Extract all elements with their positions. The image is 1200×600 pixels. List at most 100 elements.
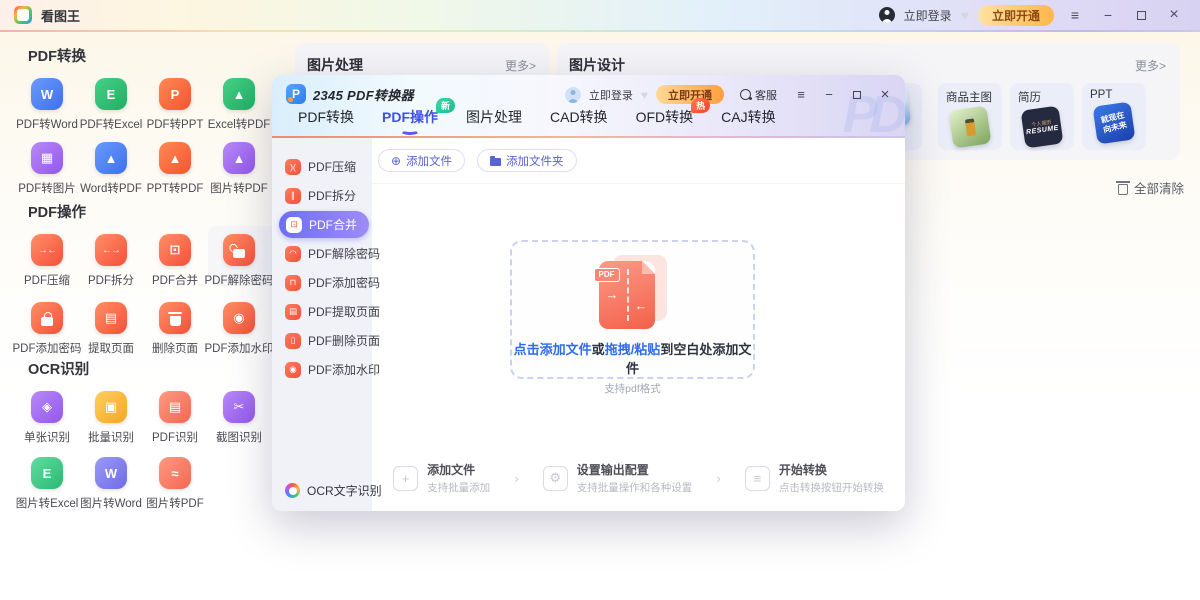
tool-pdf-compress[interactable]: →← PDF压缩 bbox=[15, 234, 79, 302]
tool-image-to-word[interactable]: W 图片转Word bbox=[79, 457, 143, 523]
watermark-icon: ◉ bbox=[285, 362, 301, 378]
app-title: 看图王 bbox=[41, 6, 80, 25]
tool-pdf-unlock[interactable]: PDF解除密码 bbox=[207, 234, 271, 302]
dialog-item-pdf-password[interactable]: ⊓ PDF添加密码 bbox=[272, 268, 372, 297]
tool-pdf-to-image[interactable]: ▦ PDF转图片 bbox=[15, 142, 79, 206]
dialog-vip-heart-icon[interactable]: ♥ bbox=[641, 89, 648, 101]
tab-ofd-convert[interactable]: OFD转换 热 bbox=[636, 107, 694, 127]
design-card-ppt[interactable]: PPT 就现在向未来 bbox=[1082, 83, 1146, 150]
dialog-maximize-button[interactable] bbox=[847, 88, 867, 101]
minimize-button[interactable]: − bbox=[1096, 8, 1120, 22]
file-plus-icon: + bbox=[393, 466, 418, 491]
ocr-icon bbox=[285, 483, 300, 498]
tab-cad-convert[interactable]: CAD转换 bbox=[550, 107, 608, 127]
tool-word-to-pdf[interactable]: ▲ Word转PDF bbox=[79, 142, 143, 206]
dialog-login-link[interactable]: 立即登录 bbox=[589, 87, 633, 103]
plus-circle-icon: ⊕ bbox=[391, 154, 401, 168]
tool-batch-ocr[interactable]: ▣ 批量识别 bbox=[79, 391, 143, 457]
upgrade-button[interactable]: 立即开通 bbox=[978, 5, 1054, 26]
excel-to-pdf-icon: ▲ bbox=[223, 78, 255, 110]
lock-icon bbox=[31, 302, 63, 334]
more-link[interactable]: 更多> bbox=[1135, 57, 1166, 74]
dialog-upgrade-button[interactable]: 立即开通 bbox=[656, 85, 724, 104]
app-logo-icon bbox=[14, 6, 32, 24]
tool-screenshot-ocr[interactable]: ✂ 截图识别 bbox=[207, 391, 271, 457]
dropzone-hint: 支持pdf格式 bbox=[512, 381, 753, 396]
dialog-avatar-icon[interactable] bbox=[565, 87, 581, 103]
close-button[interactable]: × bbox=[1162, 7, 1186, 23]
new-badge: 新 bbox=[436, 98, 455, 113]
add-file-button[interactable]: ⊕ 添加文件 bbox=[378, 149, 465, 172]
menu-icon[interactable]: ≡ bbox=[1063, 8, 1087, 22]
vip-heart-icon[interactable]: ♥ bbox=[961, 8, 969, 22]
tool-pdf-ocr[interactable]: ▤ PDF识别 bbox=[143, 391, 207, 457]
ppt-thumbnail: 就现在向未来 bbox=[1093, 102, 1136, 145]
image-to-pdf-ocr-icon: ≈ bbox=[159, 457, 191, 489]
clear-all-button[interactable]: 全部清除 bbox=[1118, 178, 1184, 197]
dialog-item-watermark[interactable]: ◉ PDF添加水印 bbox=[272, 355, 372, 384]
dialog-item-pdf-unlock[interactable]: ◠ PDF解除密码 bbox=[272, 239, 372, 268]
section-ocr: OCR识别 ◈ 单张识别 ▣ 批量识别 ▤ PDF识别 ✂ 截图识别 bbox=[15, 358, 283, 523]
tool-pdf-to-excel[interactable]: E PDF转Excel bbox=[79, 78, 143, 142]
unlock-icon: ◠ bbox=[285, 246, 301, 262]
dialog-item-pdf-merge[interactable]: ⊡ PDF合并 bbox=[279, 211, 369, 238]
design-card-product[interactable]: 商品主图 bbox=[938, 83, 1002, 150]
tool-image-to-pdf[interactable]: ▲ 图片转PDF bbox=[207, 142, 271, 206]
tool-image-to-pdf-ocr[interactable]: ≈ 图片转PDF bbox=[143, 457, 207, 523]
watermark-icon: ◉ bbox=[223, 302, 255, 334]
dialog-item-delete-pages[interactable]: ▯ PDF删除页面 bbox=[272, 326, 372, 355]
dialog-logo-icon: P bbox=[286, 84, 306, 104]
dialog-menu-icon[interactable]: ≡ bbox=[791, 88, 811, 101]
batch-ocr-icon: ▣ bbox=[95, 391, 127, 423]
dialog-item-pdf-compress[interactable]: )( PDF压缩 bbox=[272, 152, 372, 181]
main-titlebar: 看图王 立即登录 ♥ 立即开通 ≡ − × bbox=[0, 0, 1200, 30]
split-icon: ←→ bbox=[95, 234, 127, 266]
step-output-settings: ⚙ 设置输出配置 支持批量操作和各种设置 bbox=[543, 461, 693, 495]
image-to-pdf-icon: ▲ bbox=[223, 142, 255, 174]
lock-icon: ⊓ bbox=[285, 275, 301, 291]
tool-image-to-excel[interactable]: E 图片转Excel bbox=[15, 457, 79, 523]
tab-caj-convert[interactable]: CAJ转换 bbox=[721, 107, 775, 127]
add-folder-button[interactable]: 添加文件夹 bbox=[477, 149, 577, 172]
pdf-converter-dialog: PD P 2345 PDF转换器 立即登录 ♥ 立即开通 客服 ≡ − × bbox=[272, 75, 905, 511]
customer-service-button[interactable]: 客服 bbox=[740, 87, 777, 103]
tool-pdf-split[interactable]: ←→ PDF拆分 bbox=[79, 234, 143, 302]
merge-icon: ⊡ bbox=[159, 234, 191, 266]
tool-pdf-to-ppt[interactable]: P PDF转PPT bbox=[143, 78, 207, 142]
trash-icon bbox=[1118, 184, 1128, 195]
hot-badge: 热 bbox=[691, 98, 710, 113]
design-card-resume[interactable]: 简历 个人简历 RESUME bbox=[1010, 83, 1074, 150]
dialog-item-extract-pages[interactable]: ▤ PDF提取页面 bbox=[272, 297, 372, 326]
more-link[interactable]: 更多> bbox=[505, 57, 536, 74]
tab-image-processing[interactable]: 图片处理 bbox=[466, 107, 522, 127]
user-avatar-icon[interactable] bbox=[879, 7, 895, 23]
dialog-item-pdf-split[interactable]: ∥ PDF拆分 bbox=[272, 181, 372, 210]
login-link[interactable]: 立即登录 bbox=[904, 7, 952, 24]
tool-ppt-to-pdf[interactable]: ▲ PPT转PDF bbox=[143, 142, 207, 206]
single-ocr-icon: ◈ bbox=[31, 391, 63, 423]
tool-pdf-merge[interactable]: ⊡ PDF合并 bbox=[143, 234, 207, 302]
scissors-icon: ✂ bbox=[223, 391, 255, 423]
tab-pdf-tools[interactable]: PDF操作 新 bbox=[382, 107, 438, 127]
chevron-right-icon: › bbox=[716, 470, 721, 486]
maximize-button[interactable] bbox=[1129, 8, 1153, 22]
tool-pdf-to-word[interactable]: W PDF转Word bbox=[15, 78, 79, 142]
tool-single-ocr[interactable]: ◈ 单张识别 bbox=[15, 391, 79, 457]
split-icon: ∥ bbox=[285, 188, 301, 204]
panel-title: 图片设计 bbox=[569, 55, 625, 75]
file-dropzone[interactable]: PDF → ← 点击添加文件或拖拽/粘贴到空白处添加文件 支持pdf格式 bbox=[510, 240, 755, 379]
dialog-close-button[interactable]: × bbox=[875, 87, 895, 102]
tool-excel-to-pdf[interactable]: ▲ Excel转PDF bbox=[207, 78, 271, 142]
pdf-to-excel-icon: E bbox=[95, 78, 127, 110]
dialog-item-ocr[interactable]: OCR文字识别 bbox=[285, 482, 382, 499]
extract-pages-icon: ▤ bbox=[95, 302, 127, 334]
tab-pdf-convert[interactable]: PDF转换 bbox=[298, 107, 354, 127]
merge-icon: ⊡ bbox=[286, 217, 302, 233]
section-pdf-convert: PDF转换 W PDF转Word E PDF转Excel P PDF转PPT ▲… bbox=[15, 45, 283, 206]
trash-icon bbox=[159, 302, 191, 334]
app-window: 看图王 立即登录 ♥ 立即开通 ≡ − × PDF转换 W PDF转Word E… bbox=[0, 0, 1200, 600]
dialog-minimize-button[interactable]: − bbox=[819, 88, 839, 101]
gear-icon: ⚙ bbox=[543, 466, 568, 491]
dialog-main: ⊕ 添加文件 添加文件夹 PDF bbox=[372, 138, 905, 511]
workflow-steps: + 添加文件 支持批量添加 › ⚙ 设置输出配置 支持批量操作和各种设置 bbox=[372, 461, 905, 495]
